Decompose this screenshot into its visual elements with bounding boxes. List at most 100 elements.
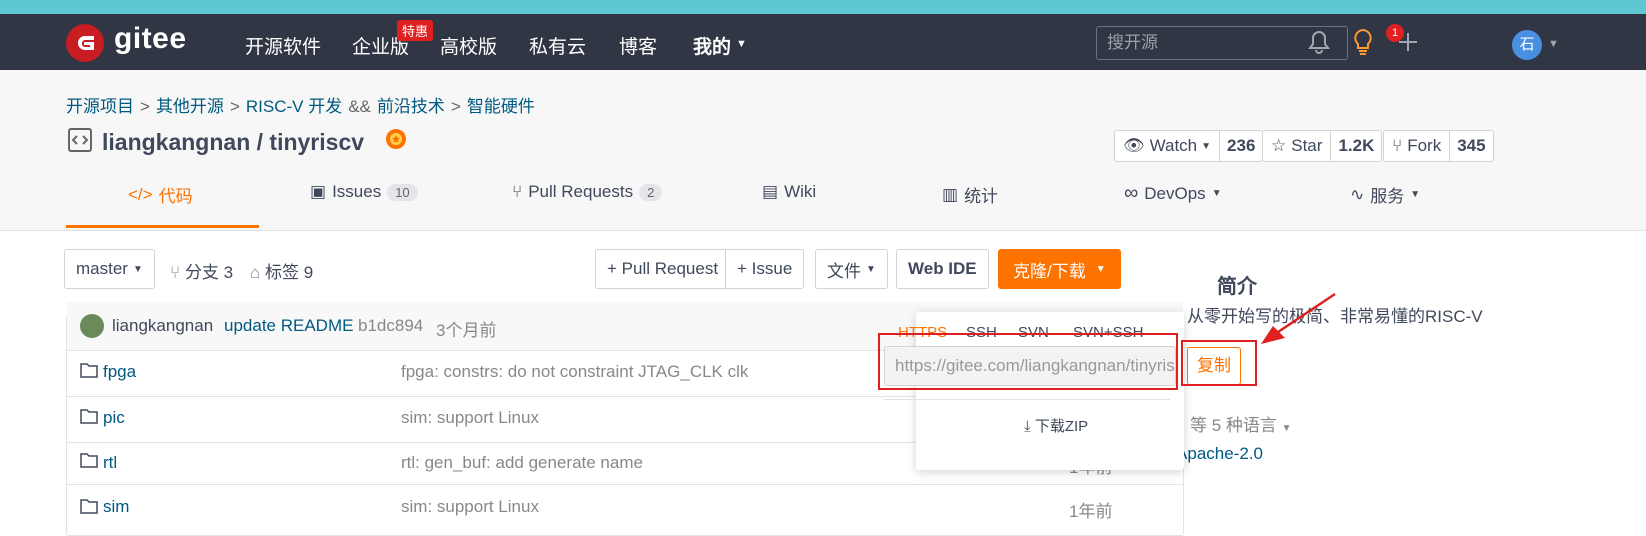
file-name[interactable]: pic [103, 408, 125, 428]
code-icon: </> [128, 184, 153, 204]
plus-icon[interactable] [1396, 30, 1420, 59]
commit-author[interactable]: liangkangnan [112, 316, 213, 336]
chevron-down-icon: ▼ [1281, 423, 1292, 434]
breadcrumb-frontier[interactable]: 前沿技术 [377, 97, 445, 116]
file-commit-message[interactable]: fpga: constrs: do not constraint JTAG_CL… [401, 362, 748, 382]
watch-button[interactable]: 👁 Watch ▼ 236 [1114, 130, 1264, 162]
new-issue-button[interactable]: + Issue [725, 249, 805, 289]
browser-bookmark-strip [0, 0, 1646, 14]
web-ide-button[interactable]: Web IDE [896, 249, 989, 289]
file-name[interactable]: rtl [103, 453, 117, 473]
download-zip-label: 下载ZIP [1034, 418, 1089, 435]
tab-label: Pull Requests [528, 182, 634, 201]
nav-blog[interactable]: 博客 [619, 32, 657, 59]
nav-mine[interactable]: 我的 [693, 32, 731, 59]
nav-private-cloud[interactable]: 私有云 [529, 32, 586, 59]
tab-label: 统计 [964, 187, 999, 206]
breadcrumb-opensource[interactable]: 开源项目 [66, 97, 134, 116]
download-zip-link[interactable]: ⤓ 下载ZIP [1024, 415, 1088, 436]
repo-slash: / [256, 129, 264, 155]
annotation-box-url [878, 333, 1178, 390]
breadcrumb-other[interactable]: 其他开源 [156, 97, 224, 116]
breadcrumb-hardware[interactable]: 智能硬件 [467, 97, 535, 116]
languages-link[interactable]: 等 5 种语言 ▼ [1190, 411, 1292, 436]
tab-wiki[interactable]: ▤ Wiki [762, 182, 816, 202]
active-tab-indicator [66, 225, 259, 228]
breadcrumb-joiner: && [348, 97, 371, 116]
clone-download-button[interactable]: 克隆/下载 ▼ [998, 249, 1121, 289]
repo-name[interactable]: tinyriscv [269, 129, 364, 155]
repo-owner[interactable]: liangkangnan [102, 129, 250, 155]
issues-count-badge: 10 [387, 183, 418, 201]
folder-icon [80, 362, 98, 383]
fork-icon: ⑂ [1392, 136, 1403, 155]
logo-text[interactable]: gitee [114, 22, 187, 56]
watch-count[interactable]: 236 [1219, 131, 1262, 161]
tab-label: Wiki [784, 182, 817, 201]
tab-stats[interactable]: ▥ 统计 [942, 182, 998, 207]
eye-icon: 👁 [1123, 136, 1145, 155]
infinity-icon: ∞ [1124, 182, 1139, 204]
branches-link[interactable]: ⑂ 分支 3 [170, 258, 233, 283]
gvp-medal-icon [384, 127, 408, 158]
chevron-down-icon[interactable]: ▼ [736, 38, 747, 50]
tab-label: DevOps [1144, 183, 1206, 203]
commit-message[interactable]: update README [224, 316, 353, 336]
pr-count-badge: 2 [639, 183, 663, 201]
bell-icon[interactable] [1308, 30, 1330, 59]
branch-label: master [76, 259, 128, 278]
folder-icon [80, 452, 98, 473]
download-icon: ⤓ [1024, 418, 1031, 435]
author-avatar[interactable] [80, 314, 104, 338]
new-pull-request-button[interactable]: + Pull Request [595, 249, 731, 289]
file-label: 文件 [827, 261, 861, 281]
star-icon: ☆ [1271, 136, 1287, 155]
fork-count[interactable]: 345 [1449, 131, 1492, 161]
file-menu-button[interactable]: 文件 ▼ [815, 249, 888, 289]
nav-education[interactable]: 高校版 [440, 32, 497, 59]
breadcrumb-separator: > [140, 97, 150, 116]
license-name: Apache-2.0 [1176, 444, 1263, 463]
chevron-down-icon: ▼ [1211, 188, 1222, 199]
tab-pull-requests[interactable]: ⑂ Pull Requests 2 [512, 182, 663, 202]
star-count[interactable]: 1.2K [1330, 131, 1381, 161]
page-title: liangkangnan / tinyriscv [102, 129, 364, 156]
tab-services[interactable]: ∿ 服务 ▼ [1350, 182, 1420, 207]
folder-icon [80, 408, 98, 429]
breadcrumb-riscv[interactable]: RISC-V 开发 [246, 97, 342, 116]
chevron-down-icon[interactable]: ▼ [1548, 38, 1559, 50]
star-button[interactable]: ☆ Star 1.2K [1262, 130, 1383, 162]
file-commit-message[interactable]: rtl: gen_buf: add generate name [401, 453, 643, 473]
file-name[interactable]: fpga [103, 362, 136, 382]
fork-button[interactable]: ⑂ Fork 345 [1383, 130, 1494, 162]
clone-label: 克隆/下载 [1013, 261, 1086, 281]
languages-count: 等 5 种语言 [1190, 416, 1277, 435]
watch-label: Watch [1149, 136, 1198, 155]
branch-select[interactable]: master ▼ [64, 249, 155, 289]
annotation-box-copy [1181, 340, 1257, 386]
tab-label: 服务 [1370, 187, 1405, 206]
tab-issues[interactable]: ▣ Issues 10 [310, 182, 418, 202]
commit-time: 3个月前 [436, 321, 497, 340]
avatar[interactable]: 石 [1512, 30, 1542, 60]
code-repo-icon [68, 128, 92, 157]
lightbulb-icon[interactable] [1352, 28, 1374, 61]
file-commit-message[interactable]: sim: support Linux [401, 408, 539, 428]
file-name[interactable]: sim [103, 497, 129, 517]
file-commit-message[interactable]: sim: support Linux [401, 497, 539, 517]
commit-hash[interactable]: b1dc894 [358, 316, 423, 336]
nav-opensource[interactable]: 开源软件 [245, 32, 321, 59]
branch-icon: ⑂ [170, 263, 181, 282]
tab-devops[interactable]: ∞ DevOps ▼ [1124, 182, 1222, 205]
tags-link[interactable]: ⌂ 标签 9 [250, 258, 313, 283]
breadcrumb-separator: > [229, 97, 240, 116]
chevron-down-icon: ▼ [866, 263, 876, 275]
table-row[interactable]: sim sim: support Linux 1年前 [67, 484, 1183, 530]
tab-code[interactable]: </> 代码 [128, 182, 193, 207]
pulse-icon: ∿ [1350, 184, 1365, 204]
chevron-down-icon: ▼ [1201, 140, 1212, 152]
gitee-logo-icon[interactable] [66, 24, 104, 62]
tag-icon: ⌂ [250, 263, 261, 282]
star-label: Star [1291, 136, 1323, 155]
fork-label: Fork [1407, 136, 1442, 155]
